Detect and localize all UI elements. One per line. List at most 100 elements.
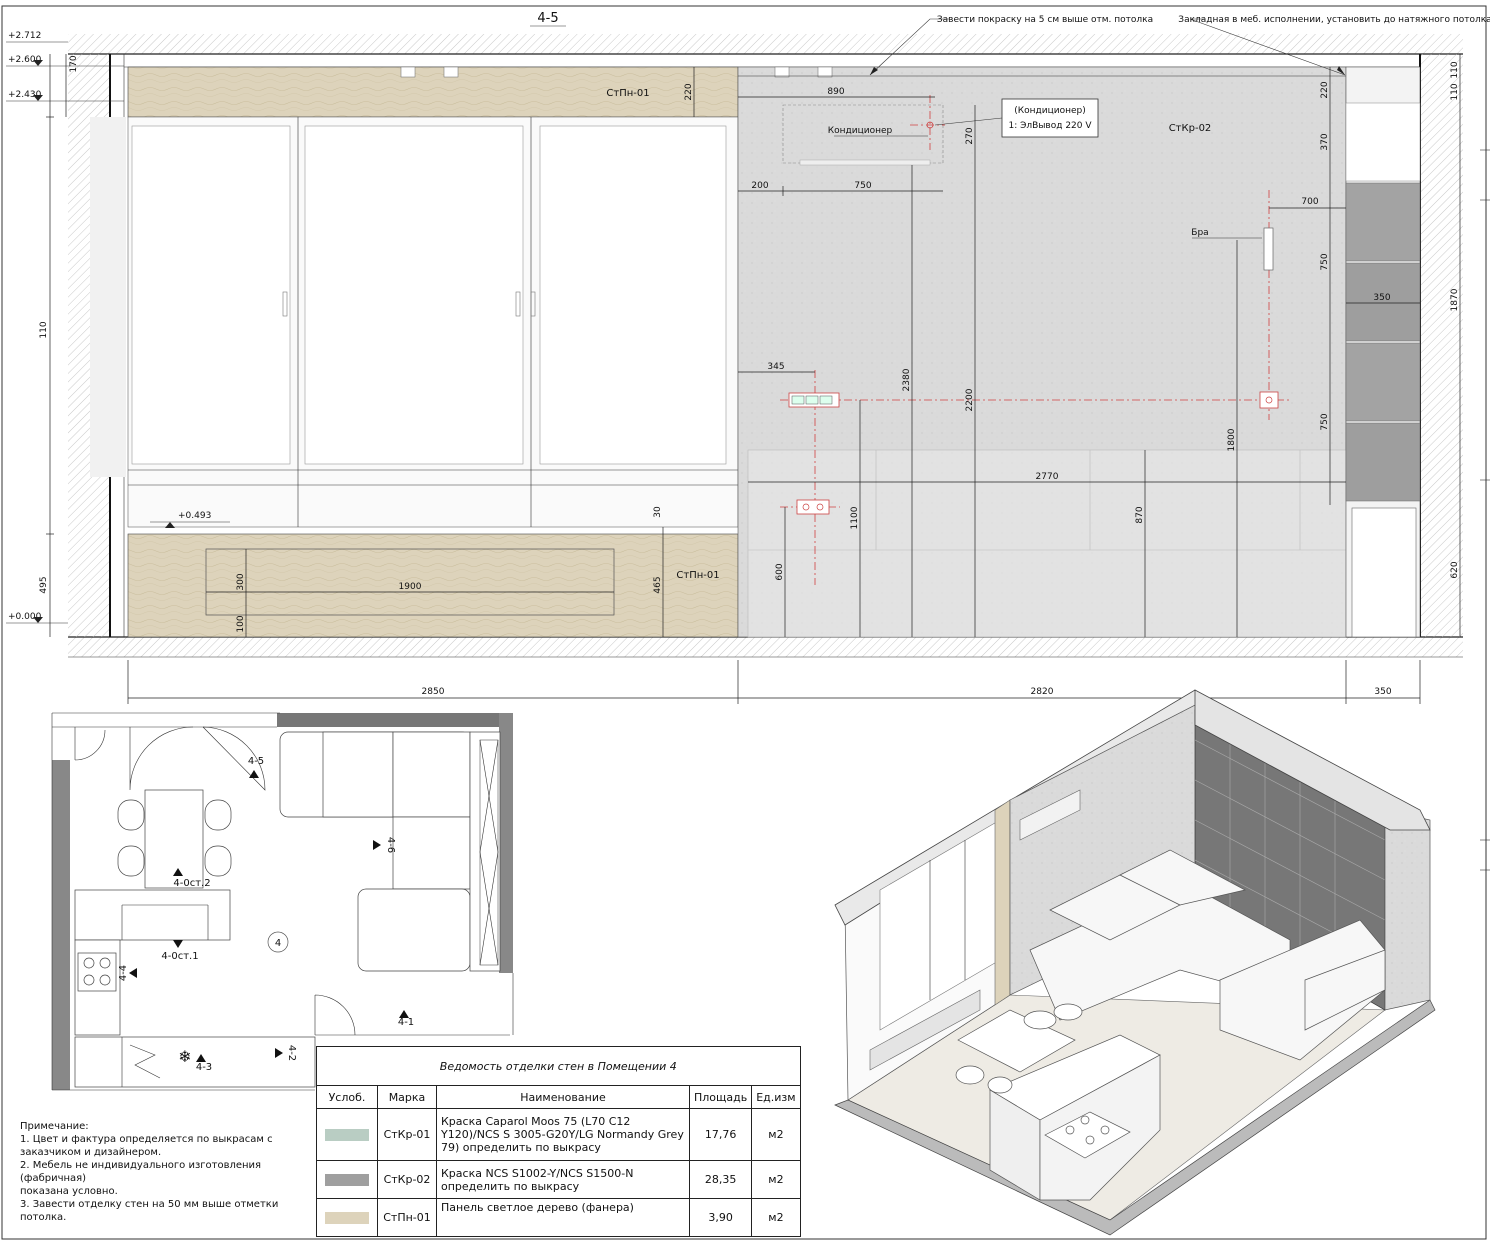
svg-text:+2.712: +2.712 [8,31,41,41]
elevation-4-5: 4-5 СтПн-01 СтПн-01 СтКр-02 Кондиционер … [6,11,1490,704]
header-symbol: Услоб. [316,1085,378,1109]
notes-item: 3. Завести отделку стен на 50 мм выше от… [20,1199,279,1223]
dim-890: 890 [827,87,844,97]
notes-item: показана условно. [20,1186,118,1197]
table-row: СтПн-01 Панель светлое дерево (фанера) 3… [316,1198,801,1237]
label-ac: Кондиционер [828,126,893,136]
dim-2820: 2820 [1031,687,1054,697]
dim-2850: 2850 [422,687,445,697]
dim-220-panel: 220 [684,83,694,100]
ac-callout-line1: (Кондиционер) [1014,106,1086,116]
header-name: Наименование [436,1085,690,1109]
svg-text:+0.493: +0.493 [178,511,211,521]
dim-220-right: 220 [1320,81,1330,98]
dim-300: 300 [236,573,246,590]
dim-350-shelf: 350 [1373,293,1390,303]
dim-870: 870 [1135,506,1145,523]
socket-block-double [796,499,830,515]
dim-700: 700 [1301,197,1318,207]
swatch-stpn01 [325,1211,369,1224]
dim-200: 200 [751,181,768,191]
dim-600: 600 [775,563,785,580]
dim-270: 270 [965,127,975,144]
table-row: СтКр-01 Краска Caparol Moos 75 (L70 C12 … [316,1108,801,1161]
dim-1800: 1800 [1227,428,1237,451]
room-number: 4 [275,938,281,949]
callout-embed-text: Закладная в меб. исполнении, установить … [1178,15,1490,25]
ceiling-slab [68,34,1463,54]
dim-1870: 1870 [1450,288,1460,311]
plan-cooktop [77,952,117,992]
notes-item: заказчиком и дизайнером. [20,1147,162,1158]
dim-370: 370 [1320,133,1330,150]
ac-callout-box [1001,98,1099,138]
dim-750-ac: 750 [854,181,871,191]
dim-465: 465 [653,576,663,593]
header-unit: Ед.изм [751,1085,801,1109]
dim-750-a: 750 [1320,253,1330,270]
marker-4-1: 4-1 [398,1017,414,1028]
svg-text:110: 110 [39,321,49,338]
label-panel-bottom: СтПн-01 [676,570,719,581]
floor-plan: ❄ 4 4-5 4-6 4-0ст.2 4-0ст.1 4-1 4-2 4-3 … [51,712,514,1091]
cell-area: 28,35 [688,1160,753,1199]
marker-4-0st1: 4-0ст.1 [161,951,198,962]
marker-4-5: 4-5 [248,756,264,767]
marker-4-0st2: 4-0ст.2 [173,878,210,889]
floor-slab [68,637,1463,657]
dim-2200: 2200 [965,388,975,411]
label-wall-stkr02: СтКр-02 [1169,123,1212,134]
dim-110-a: 110 [1450,61,1460,78]
cell-area: 3,90 [688,1198,753,1237]
cell-unit: м2 [751,1160,801,1199]
notes-block: Примечание: 1. Цвет и фактура определяет… [20,1120,320,1224]
cell-mark: СтПн-01 [377,1198,437,1237]
dim-750-b: 750 [1320,413,1330,430]
dim-620: 620 [1450,561,1460,578]
socket-single [1259,391,1279,409]
marker-4-6: 4-6 [385,837,396,853]
plan-wall-right [499,713,513,973]
notes-item: 2. Мебель не индивидуального изготовлени… [20,1160,262,1184]
dim-350-bottom: 350 [1374,687,1391,697]
drawing-sheet: 4-5 СтПн-01 СтПн-01 СтКр-02 Кондиционер … [0,0,1490,1245]
ac-callout-line2: 1: ЭлВывод 220 V [1008,121,1092,131]
right-wall-section [1420,54,1463,637]
cell-area: 17,76 [688,1108,753,1161]
marker-4-2: 4-2 [286,1045,297,1061]
table-caption: Ведомость отделки стен в Помещении 4 [316,1046,801,1086]
swatch-stkr01 [325,1128,369,1141]
notes-title: Примечание: [20,1121,89,1132]
dim-1100: 1100 [850,506,860,529]
dim-2380: 2380 [902,368,912,391]
swatch-stkr02 [325,1173,369,1186]
marker-4-3: 4-3 [196,1062,212,1073]
label-panel-top: СтПн-01 [606,88,649,99]
dim-345: 345 [767,362,784,372]
cell-unit: м2 [751,1108,801,1161]
wood-panel-bottom [127,533,739,638]
header-area: Площадь [688,1085,753,1109]
cell-mark: СтКр-01 [377,1108,437,1161]
notes-item: 1. Цвет и фактура определяется по выкрас… [20,1134,273,1145]
plan-wall-top [277,713,513,727]
dim-100: 100 [236,615,246,632]
label-sconce: Бра [1191,228,1208,238]
finish-schedule-table: Ведомость отделки стен в Помещении 4 Усл… [316,1046,801,1237]
dim-2770: 2770 [1036,472,1059,482]
header-mark: Марка [377,1085,437,1109]
snowflake-icon: ❄ [178,1047,191,1066]
cell-mark: СтКр-02 [377,1160,437,1199]
table-row: СтКр-02 Краска NCS S1002-Y/NCS S1500-N о… [316,1160,801,1199]
marker-4-4: 4-4 [118,965,129,981]
plan-dining-table [144,789,204,889]
dim-110-b: 110 [1450,83,1460,100]
left-dimension-chain: 110 495 110 [39,54,67,637]
cell-name: Панель светлое дерево (фанера) [436,1198,690,1237]
sconce-fixture [1263,227,1274,271]
cell-name: Краска Caparol Moos 75 (L70 C12 Y120)/NC… [436,1108,690,1161]
cell-name: Краска NCS S1002-Y/NCS S1500-N определит… [436,1160,690,1199]
axonometric-view [834,689,1436,1236]
plan-kitchen-island [74,889,231,941]
dim-1900: 1900 [399,582,422,592]
